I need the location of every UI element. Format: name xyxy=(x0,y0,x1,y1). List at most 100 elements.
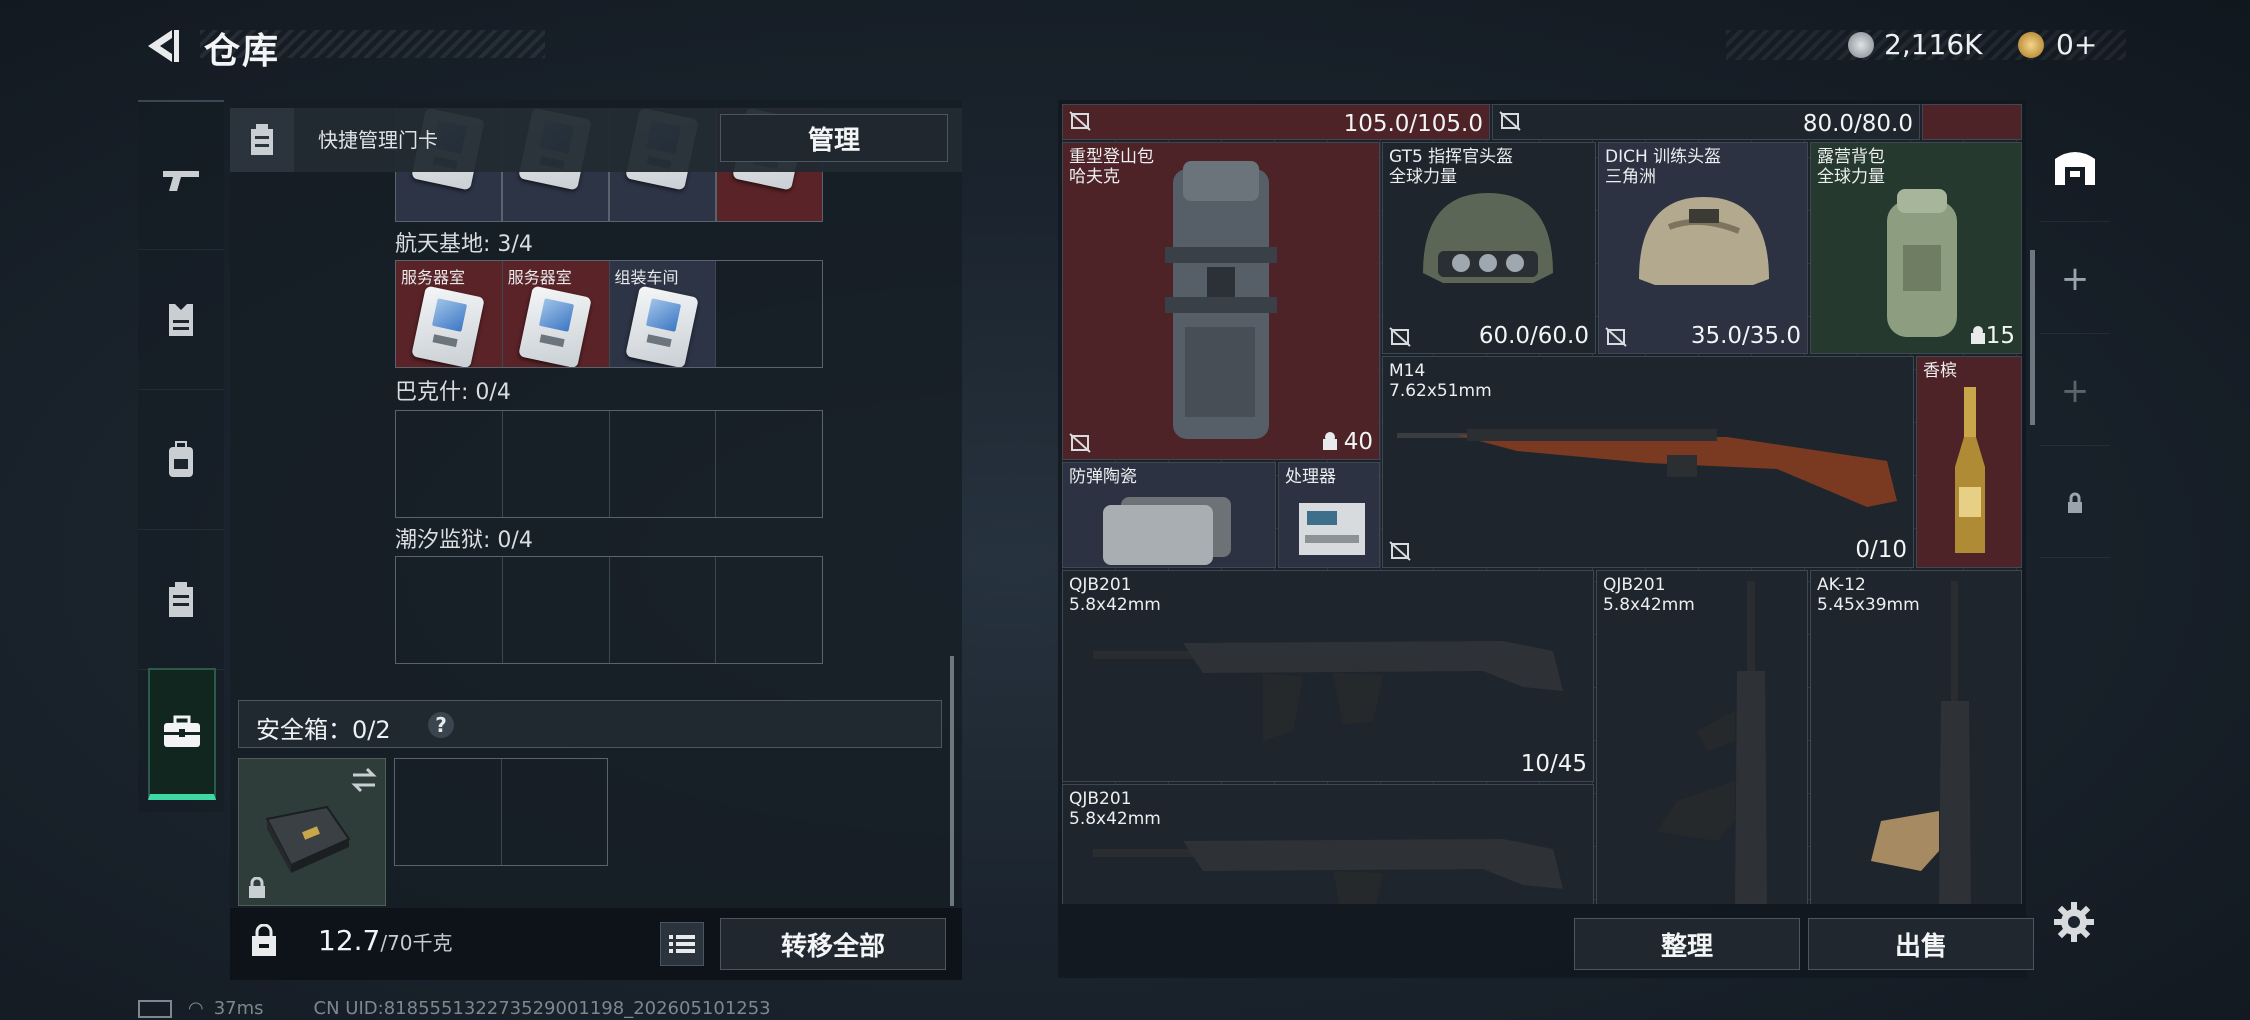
inventory-item-heavy-backpack[interactable]: 重型登山包 哈夫克 40 xyxy=(1062,142,1380,460)
safebox-slot[interactable] xyxy=(502,759,608,865)
list-icon xyxy=(669,935,695,953)
keycard-label: 服务器室 xyxy=(401,268,466,287)
weight-lock-icon xyxy=(252,924,276,956)
weight-readout: 12.7/70千克 xyxy=(318,924,453,957)
keycard-slot[interactable] xyxy=(610,557,717,663)
item-name: GT5 指挥官头盔 全球力量 xyxy=(1389,147,1514,187)
help-icon[interactable]: ? xyxy=(428,712,454,738)
rifle-image xyxy=(1871,581,1971,904)
inventory-item-qjb201-1[interactable]: QJB201 5.8x42mm 10/45 xyxy=(1062,570,1594,782)
item-name: QJB201 5.8x42mm xyxy=(1069,575,1161,615)
inventory-item-m14[interactable]: M14 7.62x51mm 0/10 xyxy=(1382,356,1914,568)
keycard-label: 服务器室 xyxy=(507,268,572,287)
list-view-button[interactable] xyxy=(660,922,704,966)
transfer-all-button[interactable]: 转移全部 xyxy=(720,918,946,970)
keycard-grid-aerospace: 服务器室 服务器室 组装车间 xyxy=(395,260,823,368)
settings-button[interactable] xyxy=(2052,900,2096,944)
inventory-item-ak12[interactable]: AK-12 5.45x39mm xyxy=(1810,570,2022,904)
keycard-slot[interactable]: 组装车间 xyxy=(609,261,717,367)
inventory-item-top-left[interactable]: 105.0/105.0 xyxy=(1062,104,1490,140)
keycard-slot[interactable] xyxy=(503,557,610,663)
inventory-item-qjb201-3[interactable]: QJB201 5.8x42mm xyxy=(1062,784,1594,904)
durability-value: 35.0/35.0 xyxy=(1690,323,1801,349)
item-name: 重型登山包 哈夫克 xyxy=(1069,147,1154,187)
nav-chest-rig[interactable] xyxy=(138,530,224,670)
inventory-item-camping-backpack[interactable]: 露营背包 全球力量 15 xyxy=(1810,142,2022,354)
sell-button[interactable]: 出售 xyxy=(1808,918,2034,970)
inventory-item-champagne[interactable]: 香槟 xyxy=(1916,356,2022,568)
no-insure-icon xyxy=(1499,111,1521,131)
rifle-image xyxy=(1397,429,1897,507)
keycard-panel-title: 快捷管理门卡 xyxy=(318,128,438,152)
keycard-slot[interactable]: 服务器室 xyxy=(502,261,610,367)
machine-gun-image xyxy=(1657,581,1767,904)
back-arrow-icon[interactable] xyxy=(138,24,182,68)
premium-coin-icon xyxy=(2018,32,2044,58)
safebox-container[interactable] xyxy=(238,758,386,906)
page-title: 仓库 xyxy=(204,31,281,72)
keycard-slot[interactable] xyxy=(503,411,610,517)
weight-capacity: /70千克 xyxy=(380,931,453,955)
keycard-slot[interactable] xyxy=(716,261,822,367)
storage-home-button[interactable] xyxy=(2040,112,2110,222)
locked-storage-button[interactable] xyxy=(2040,448,2110,558)
item-name: 处理器 xyxy=(1285,467,1336,487)
chest-rig-icon xyxy=(251,124,273,155)
manage-button[interactable]: 管理 xyxy=(720,114,948,162)
backpack-image xyxy=(1165,161,1277,439)
inventory-scrollbar[interactable] xyxy=(2030,250,2035,425)
inventory-item-dich-helmet[interactable]: DICH 训练头盔 三角洲 35.0/35.0 xyxy=(1598,142,1808,354)
ceramic-plate-image xyxy=(1103,497,1231,565)
chest-rig-icon xyxy=(169,581,193,617)
inventory-item-top-right[interactable] xyxy=(1922,104,2022,140)
keycard-grid-bakhsh xyxy=(395,410,823,518)
item-name: QJB201 5.8x42mm xyxy=(1069,789,1161,829)
nav-backpack[interactable] xyxy=(138,390,224,530)
safebox-title: 安全箱：0/2 xyxy=(256,716,391,744)
ammo-count: 0/10 xyxy=(1855,537,1907,563)
nav-armor[interactable] xyxy=(138,250,224,390)
keycard-slot[interactable] xyxy=(716,557,822,663)
keycard-slot[interactable] xyxy=(396,557,503,663)
add-storage-button-disabled: + xyxy=(2040,336,2110,446)
coin-icon xyxy=(1848,32,1874,58)
sort-button[interactable]: 整理 xyxy=(1574,918,1800,970)
nav-safebox[interactable] xyxy=(148,668,216,800)
no-insure-icon xyxy=(1605,327,1627,347)
safebox-slot[interactable] xyxy=(395,759,502,865)
weight-value: 12.7 xyxy=(318,924,381,957)
plus-icon: + xyxy=(2060,258,2090,299)
keycard-grid-tide-prison xyxy=(395,556,823,664)
ammo-count: 10/45 xyxy=(1520,751,1587,777)
gear-icon xyxy=(2054,902,2094,942)
nav-weapons[interactable] xyxy=(138,110,224,250)
inventory-item-top-mid[interactable]: 80.0/80.0 xyxy=(1492,104,1920,140)
keycard-slot[interactable]: 服务器室 xyxy=(396,261,503,367)
inventory-item-ceramic-plate[interactable]: 防弹陶瓷 xyxy=(1062,462,1276,568)
safebox-slots xyxy=(394,758,608,866)
wifi-icon: ◠ xyxy=(188,998,204,1019)
inventory-item-processor[interactable]: 处理器 xyxy=(1278,462,1380,568)
left-scrollbar[interactable] xyxy=(950,656,954,906)
section-label-bakhsh: 巴克什: 0/4 xyxy=(395,380,511,405)
add-storage-button[interactable]: + xyxy=(2040,224,2110,334)
keycard-slot[interactable] xyxy=(716,411,822,517)
briefcase-icon xyxy=(164,715,200,747)
status-bar: ◠ 37ms CN UID:818555132273529001198_202605… xyxy=(138,998,771,1019)
item-name: M14 7.62x51mm xyxy=(1389,361,1492,401)
currency-premium[interactable]: 0+ xyxy=(2056,28,2097,61)
machine-gun-image xyxy=(1093,641,1563,741)
swap-icon[interactable] xyxy=(349,767,379,793)
lock-icon xyxy=(249,877,265,898)
champagne-image xyxy=(1955,387,1985,553)
armor-icon xyxy=(169,303,193,336)
battery-icon xyxy=(138,1000,172,1018)
backpack-icon xyxy=(169,440,193,477)
keycard-slot[interactable] xyxy=(396,411,503,517)
keycard-slot[interactable] xyxy=(610,411,717,517)
capacity-value: 15 xyxy=(1985,323,2015,349)
gun-icon xyxy=(163,170,199,191)
inventory-item-gt5-helmet[interactable]: GT5 指挥官头盔 全球力量 60.0/60.0 xyxy=(1382,142,1596,354)
item-name: 露营背包 全球力量 xyxy=(1817,147,1885,187)
inventory-item-qjb201-2[interactable]: QJB201 5.8x42mm xyxy=(1596,570,1808,904)
